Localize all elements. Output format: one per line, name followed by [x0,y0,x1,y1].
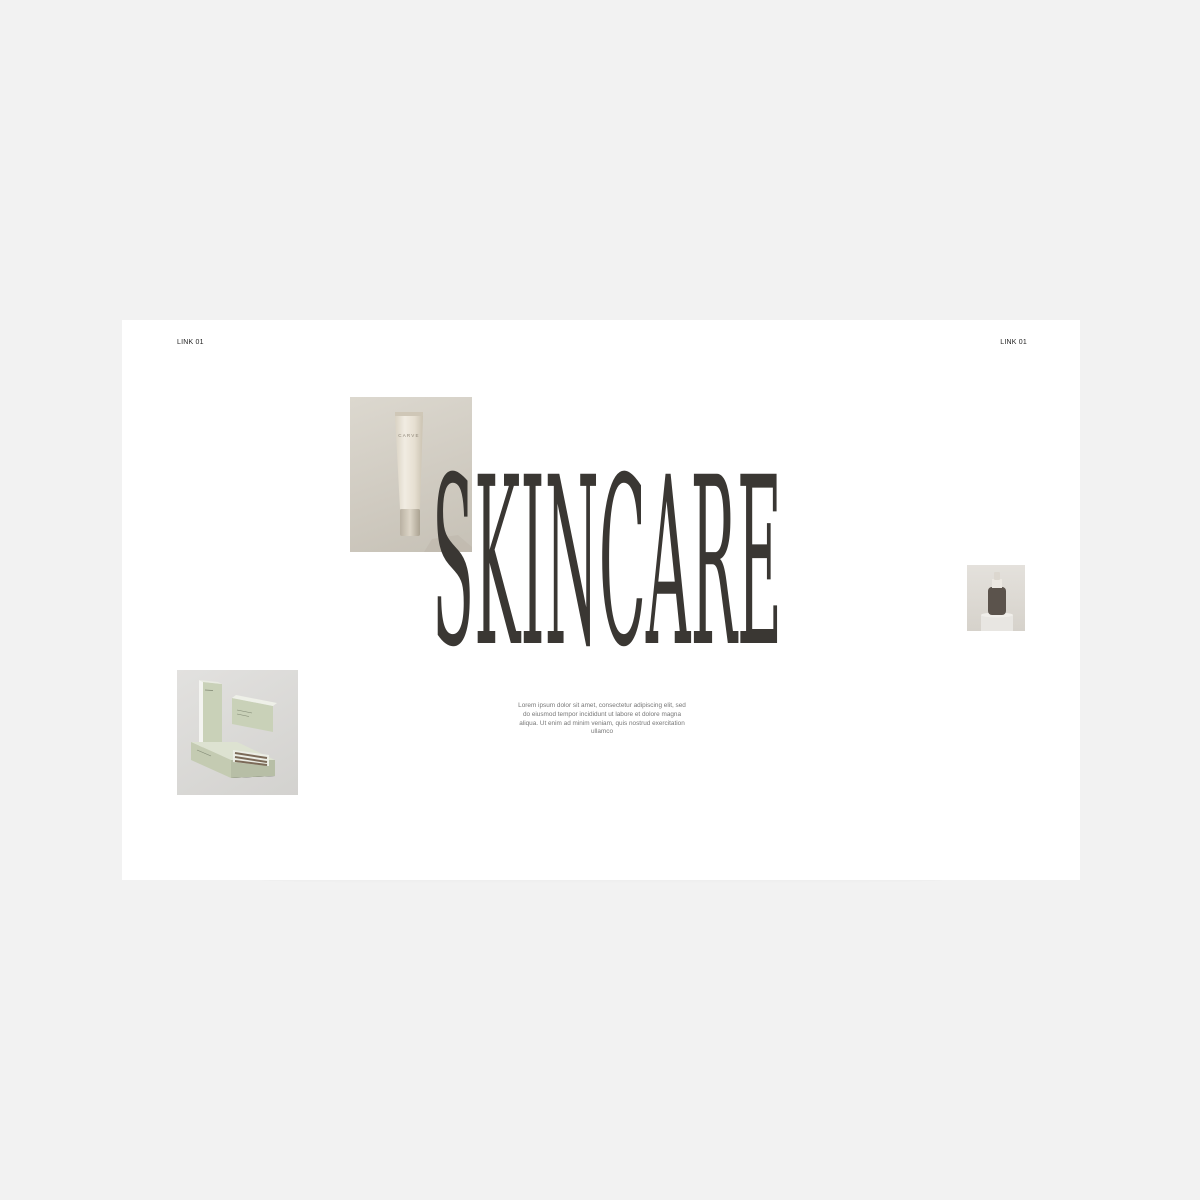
website-mockup-frame: LINK 01 LINK 01 CARVE SKINCARE Lorem ips… [122,320,1080,880]
hero-title: SKINCARE [432,460,782,670]
product-image-bottle[interactable] [967,565,1025,631]
bottle-illustration [981,572,1013,631]
product-image-boxes[interactable] [177,670,298,795]
page-background: LINK 01 LINK 01 CARVE SKINCARE Lorem ips… [0,0,1200,1200]
tube-illustration: CARVE [395,412,472,552]
nav-link-right[interactable]: LINK 01 [1000,339,1027,346]
boxes-illustration [191,680,277,778]
hero-headline: SKINCARE [432,460,782,670]
tube-brand-label: CARVE [398,433,419,438]
product-image-tube[interactable]: CARVE [350,397,472,552]
nav-link-left[interactable]: LINK 01 [177,339,204,346]
hero-description: Lorem ipsum dolor sit amet, consectetur … [518,702,686,736]
